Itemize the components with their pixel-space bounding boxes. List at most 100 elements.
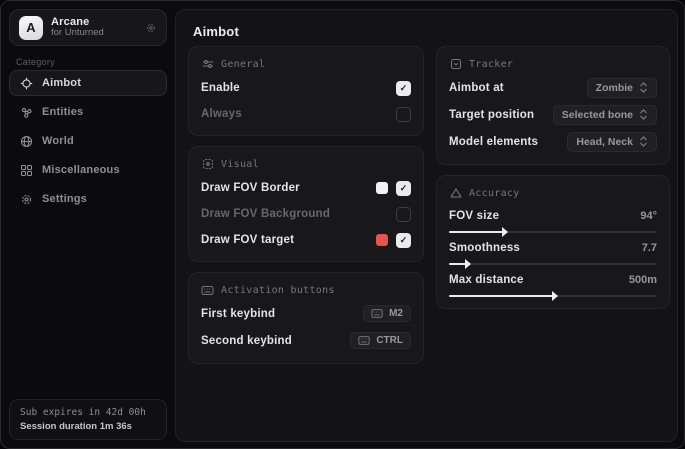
tracker-card-header: Tracker <box>449 56 657 72</box>
app-meta: Arcane for Unturned <box>51 16 137 40</box>
keyboard-icon <box>358 336 370 345</box>
right-column: Tracker Aimbot at Zombie Target position <box>436 46 670 309</box>
subscription-status-card: Sub expires in 42d 00h Session duration … <box>9 399 167 440</box>
section-title: Tracker <box>469 59 513 70</box>
dropdown-value: Head, Neck <box>576 136 633 148</box>
setting-label: Draw FOV target <box>201 234 294 246</box>
sidebar-item-aimbot[interactable]: Aimbot <box>9 70 167 96</box>
sidebar-item-label: Aimbot <box>42 77 81 89</box>
keybind-value: M2 <box>389 308 403 319</box>
keybind-value: CTRL <box>376 335 403 346</box>
dropdown-value: Selected bone <box>562 109 633 121</box>
setting-controls <box>376 181 411 196</box>
sidebar-item-settings[interactable]: Settings <box>9 186 167 212</box>
page-title: Aimbot <box>193 24 239 39</box>
visual-icon <box>201 158 214 170</box>
setting-label: Enable <box>201 82 240 94</box>
globe-icon <box>20 135 33 148</box>
dropdown-value: Zombie <box>596 82 633 94</box>
setting-row: Draw FOV Border <box>201 178 411 198</box>
category-label: Category <box>16 57 55 67</box>
slider-group: Max distance 500m <box>449 272 657 297</box>
sub-expiry-text: Sub expires in 42d 00h <box>20 407 156 418</box>
accuracy-card: Accuracy FOV size 94° Smoothne <box>436 175 670 309</box>
slider-fill <box>449 231 503 233</box>
setting-row: Second keybind CTRL <box>201 329 411 352</box>
chevrons-up-down-icon <box>639 136 648 147</box>
activation-card-header: Activation buttons <box>201 282 411 298</box>
slider-value: 500m <box>629 274 657 286</box>
slider-thumb[interactable] <box>502 227 508 237</box>
sidebar: A Arcane for Unturned Category Aimbot <box>1 1 175 448</box>
slider-group: FOV size 94° <box>449 208 657 233</box>
fov-target-checkbox[interactable] <box>396 233 411 248</box>
general-card: General Enable Always <box>188 46 424 136</box>
gear-icon[interactable] <box>145 22 157 34</box>
first-keybind-button[interactable]: M2 <box>363 305 411 322</box>
max-distance-slider[interactable] <box>449 295 657 297</box>
slider-labels: FOV size 94° <box>449 208 657 224</box>
triangle-icon <box>449 187 462 199</box>
general-card-header: General <box>201 56 411 72</box>
smoothness-slider[interactable] <box>449 263 657 265</box>
setting-row: Enable <box>201 78 411 98</box>
second-keybind-button[interactable]: CTRL <box>350 332 411 349</box>
enable-checkbox[interactable] <box>396 81 411 96</box>
slider-labels: Max distance 500m <box>449 272 657 288</box>
setting-row: Aimbot at Zombie <box>449 76 657 99</box>
setting-label: First keybind <box>201 308 275 320</box>
fov-border-checkbox[interactable] <box>396 181 411 196</box>
sidebar-item-label: Settings <box>42 193 87 205</box>
accuracy-card-header: Accuracy <box>449 185 657 201</box>
slider-labels: Smoothness 7.7 <box>449 240 657 256</box>
setting-row: Draw FOV Background <box>201 204 411 224</box>
slider-fill <box>449 263 466 265</box>
setting-row: Always <box>201 104 411 124</box>
fov-background-checkbox[interactable] <box>396 207 411 222</box>
visual-card-header: Visual <box>201 156 411 172</box>
model-elements-dropdown[interactable]: Head, Neck <box>567 132 657 152</box>
slider-group: Smoothness 7.7 <box>449 240 657 265</box>
chevrons-up-down-icon <box>639 109 648 120</box>
setting-label: Max distance <box>449 274 524 286</box>
setting-label: Second keybind <box>201 335 292 347</box>
fov-size-slider[interactable] <box>449 231 657 233</box>
aimbot-at-dropdown[interactable]: Zombie <box>587 78 657 98</box>
entities-icon <box>20 106 33 119</box>
setting-label: Draw FOV Background <box>201 208 330 220</box>
sidebar-item-entities[interactable]: Entities <box>9 99 167 125</box>
section-title: Activation buttons <box>221 285 335 296</box>
setting-label: Draw FOV Border <box>201 182 300 194</box>
setting-label: Aimbot at <box>449 82 504 94</box>
tracker-card: Tracker Aimbot at Zombie Target position <box>436 46 670 165</box>
slider-thumb[interactable] <box>465 259 471 269</box>
color-swatch[interactable] <box>376 234 388 246</box>
setting-row: Target position Selected bone <box>449 103 657 126</box>
slider-thumb[interactable] <box>552 291 558 301</box>
setting-controls <box>376 233 411 248</box>
keyboard-icon <box>371 309 383 318</box>
section-title: Accuracy <box>469 188 520 199</box>
app-subtitle: for Unturned <box>51 28 137 39</box>
setting-label: Smoothness <box>449 242 520 254</box>
section-title: Visual <box>221 159 259 170</box>
target-position-dropdown[interactable]: Selected bone <box>553 105 657 125</box>
grid-icon <box>20 164 33 177</box>
sidebar-item-miscellaneous[interactable]: Miscellaneous <box>9 157 167 183</box>
visual-card: Visual Draw FOV Border Draw FOV Backgrou… <box>188 146 424 262</box>
color-swatch[interactable] <box>376 182 388 194</box>
setting-label: FOV size <box>449 210 499 222</box>
session-duration-text: Session duration 1m 36s <box>20 421 156 432</box>
setting-label: Always <box>201 108 242 120</box>
setting-row: Model elements Head, Neck <box>449 130 657 153</box>
sliders-icon <box>201 58 214 70</box>
sidebar-item-label: Miscellaneous <box>42 164 120 176</box>
always-checkbox[interactable] <box>396 107 411 122</box>
app-logo: A <box>19 16 43 40</box>
slider-value: 7.7 <box>642 242 657 254</box>
section-title: General <box>221 59 265 70</box>
app-header-card: A Arcane for Unturned <box>9 9 167 46</box>
sidebar-item-world[interactable]: World <box>9 128 167 154</box>
slider-value: 94° <box>640 210 657 222</box>
chevrons-up-down-icon <box>639 82 648 93</box>
